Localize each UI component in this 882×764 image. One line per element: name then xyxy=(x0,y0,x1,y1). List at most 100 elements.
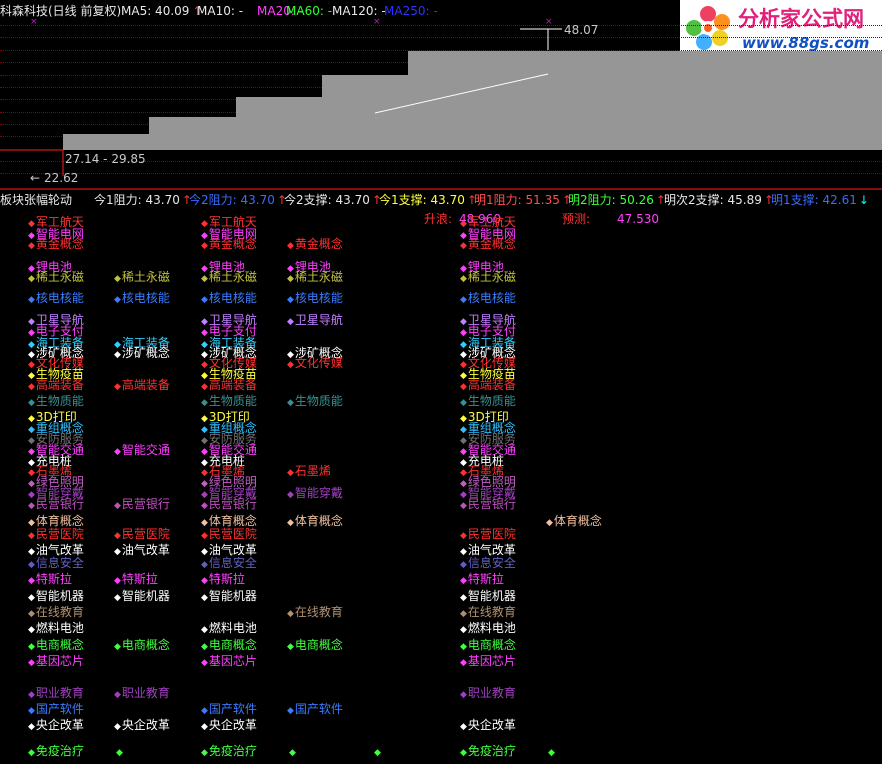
diamond-icon: ◆ xyxy=(201,560,208,570)
sector-tag[interactable]: ◆智能交通 xyxy=(114,444,170,459)
sector-tag[interactable]: ◆燃料电池 xyxy=(28,622,84,637)
diamond-icon: ◆ xyxy=(28,576,35,586)
sector-tag[interactable]: ◆电商概念 xyxy=(114,639,170,654)
sector-tag[interactable]: ◆黄金概念 xyxy=(28,238,84,253)
sector-label: 基因芯片 xyxy=(35,654,84,668)
sector-tag[interactable]: ◆高端装备 xyxy=(28,379,84,394)
sector-tag[interactable]: ◆在线教育 xyxy=(460,606,516,621)
sector-tag[interactable]: ◆稀土永磁 xyxy=(114,271,170,286)
sector-label: 民营医院 xyxy=(467,527,516,541)
sector-tag[interactable]: ◆电商概念 xyxy=(460,639,516,654)
sector-label: 核电核能 xyxy=(35,291,84,305)
sector-tag[interactable]: ◆生物质能 xyxy=(460,395,516,410)
diamond-icon: ◆ xyxy=(287,609,294,619)
sector-tag[interactable]: ◆核电核能 xyxy=(28,292,84,307)
sector-tag[interactable]: ◆民营医院 xyxy=(114,528,170,543)
sector-tag[interactable]: ◆职业教育 xyxy=(28,687,84,702)
sector-tag[interactable]: ◆智能穿戴 xyxy=(287,487,343,502)
sector-tag[interactable]: ◆特斯拉 xyxy=(28,573,72,588)
sector-tag[interactable]: ◆央企改革 xyxy=(114,719,170,734)
diamond-icon: ◆ xyxy=(28,609,35,619)
diamond-icon: ◆ xyxy=(201,593,208,603)
sector-tag[interactable]: ◆黄金概念 xyxy=(201,238,257,253)
sector-tag[interactable]: ◆智能机器 xyxy=(460,590,516,605)
sector-tag[interactable]: ◆基因芯片 xyxy=(460,655,516,670)
sector-label: 智能机器 xyxy=(35,589,84,603)
sector-tag[interactable]: ◆石墨烯 xyxy=(287,465,331,480)
sector-tag[interactable]: ◆燃料电池 xyxy=(460,622,516,637)
sector-tag[interactable]: ◆民营银行 xyxy=(201,498,257,513)
sector-tag[interactable]: ◆智能机器 xyxy=(201,590,257,605)
diamond-icon: ◆ xyxy=(460,593,467,603)
sector-tag[interactable]: ◆国产软件 xyxy=(287,703,343,718)
sector-label: 民营银行 xyxy=(121,497,170,511)
sector-tag[interactable]: ◆央企改革 xyxy=(28,719,84,734)
sector-tag[interactable]: ◆免疫治疗 xyxy=(28,745,84,760)
sector-tag[interactable]: ◆民营银行 xyxy=(460,498,516,513)
sector-tag[interactable]: ◆基因芯片 xyxy=(201,655,257,670)
diamond-icon: ◆ xyxy=(460,625,467,635)
sector-tag[interactable]: ◆文化传媒 xyxy=(287,357,343,372)
sector-tag[interactable]: ◆智能机器 xyxy=(28,590,84,605)
sector-tag[interactable]: ◆核电核能 xyxy=(201,292,257,307)
sector-tag[interactable]: ◆央企改革 xyxy=(201,719,257,734)
sector-tag[interactable]: ◆核电核能 xyxy=(114,292,170,307)
sector-tag[interactable]: ◆稀土永磁 xyxy=(201,271,257,286)
sector-tag[interactable]: ◆免疫治疗 xyxy=(201,745,257,760)
sector-label: 职业教育 xyxy=(35,686,84,700)
sector-tag[interactable]: ◆燃料电池 xyxy=(201,622,257,637)
sector-tag[interactable]: ◆职业教育 xyxy=(460,687,516,702)
svg-text:×: × xyxy=(545,17,553,27)
sector-tag[interactable]: ◆在线教育 xyxy=(28,606,84,621)
sector-tag[interactable]: ◆民营医院 xyxy=(28,528,84,543)
sector-tag[interactable]: ◆黄金概念 xyxy=(287,238,343,253)
sector-tag[interactable]: ◆电商概念 xyxy=(28,639,84,654)
sector-tag[interactable]: ◆高端装备 xyxy=(201,379,257,394)
sector-tag[interactable]: ◆高端装备 xyxy=(114,379,170,394)
sector-tag[interactable]: ◆黄金概念 xyxy=(460,238,516,253)
sector-tag[interactable]: ◆基因芯片 xyxy=(28,655,84,670)
sector-tag[interactable]: ◆免疫治疗 xyxy=(460,745,516,760)
diamond-icon: ◆ xyxy=(201,625,208,635)
sector-tag[interactable]: ◆特斯拉 xyxy=(460,573,504,588)
sector-tag[interactable]: ◆稀土永磁 xyxy=(287,271,343,286)
diamond-icon: ◆ xyxy=(28,518,35,528)
diamond-icon: ◆ xyxy=(289,748,296,758)
sector-tag[interactable]: ◆稀土永磁 xyxy=(28,271,84,286)
sector-tag[interactable]: ◆生物质能 xyxy=(287,395,343,410)
sector-label: 在线教育 xyxy=(467,605,516,619)
sector-tag[interactable]: ◆信息安全 xyxy=(460,557,516,572)
sector-tag[interactable]: ◆民营银行 xyxy=(114,498,170,513)
sector-tag[interactable]: ◆体育概念 xyxy=(287,515,343,530)
sector-tag[interactable]: ◆民营医院 xyxy=(460,528,516,543)
sector-tag[interactable]: ◆涉矿概念 xyxy=(114,347,170,362)
sector-tag[interactable]: ◆信息安全 xyxy=(201,557,257,572)
sector-tag[interactable]: ◆稀土永磁 xyxy=(460,271,516,286)
sector-tag[interactable]: ◆国产软件 xyxy=(28,703,84,718)
sector-tag[interactable]: ◆电商概念 xyxy=(287,639,343,654)
sector-tag[interactable]: ◆特斯拉 xyxy=(114,573,158,588)
sector-tag[interactable]: ◆体育概念 xyxy=(546,515,602,530)
sector-tag[interactable]: ◆高端装备 xyxy=(460,379,516,394)
sector-tag[interactable]: ◆核电核能 xyxy=(287,292,343,307)
sector-tag[interactable]: ◆卫星导航 xyxy=(287,314,343,329)
sector-tag[interactable]: ◆民营医院 xyxy=(201,528,257,543)
sector-tag[interactable]: ◆智能机器 xyxy=(114,590,170,605)
sector-tag[interactable]: ◆电商概念 xyxy=(201,639,257,654)
sector-tag[interactable]: ◆油气改革 xyxy=(114,544,170,559)
diamond-icon: ◆ xyxy=(28,560,35,570)
diamond-icon: ◆ xyxy=(201,501,208,511)
sector-tag[interactable]: ◆民营银行 xyxy=(28,498,84,513)
sector-tag[interactable]: ◆国产软件 xyxy=(201,703,257,718)
sector-tag[interactable]: ◆在线教育 xyxy=(287,606,343,621)
sector-tag[interactable]: ◆央企改革 xyxy=(460,719,516,734)
sector-tag[interactable]: ◆职业教育 xyxy=(114,687,170,702)
sector-tag[interactable]: ◆核电核能 xyxy=(460,292,516,307)
sector-label: 央企改革 xyxy=(35,718,84,732)
indicator-name[interactable]: 板块张幅轮动 xyxy=(0,194,72,207)
sector-label: 基因芯片 xyxy=(208,654,257,668)
sector-tag[interactable]: ◆生物质能 xyxy=(201,395,257,410)
sector-tag[interactable]: ◆特斯拉 xyxy=(201,573,245,588)
sector-tag[interactable]: ◆生物质能 xyxy=(28,395,84,410)
sector-tag[interactable]: ◆信息安全 xyxy=(28,557,84,572)
